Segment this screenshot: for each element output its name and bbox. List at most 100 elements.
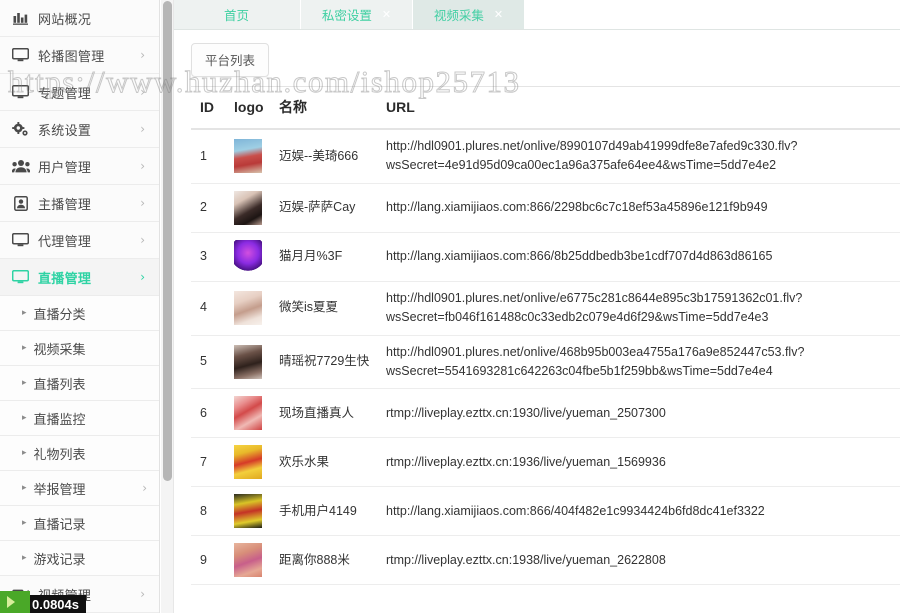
caret-right-icon: ▸ (22, 308, 27, 318)
url-line: http://hdl0901.plures.net/onlive/468b95b… (386, 343, 900, 362)
cell-id: 6 (191, 389, 225, 438)
platform-table: ID logo 名称 URL 1迈娱--美琦666http://hdl0901.… (191, 86, 900, 585)
url-line: http://lang.xiamijiaos.com:866/404f482e1… (386, 502, 900, 521)
cell-url: http://hdl0901.plures.net/onlive/8990107… (377, 129, 900, 183)
caret-right-icon: ▸ (22, 343, 27, 353)
table-row[interactable]: 6 现场直播真人 rtmp://liveplay.ezttx.cn:1930/liv… (191, 389, 900, 438)
caret-right-icon: ▸ (22, 483, 27, 493)
tab-bar-filler (525, 0, 900, 29)
table-head: ID logo 名称 URL (191, 87, 900, 130)
tab-bar: 首页 私密设置 ✕ 视频采集 ✕ (173, 0, 900, 30)
sidebar-subitem-label: 游戏记录 (34, 549, 147, 568)
sidebar-subitem-8[interactable]: ▸ 直播分类 (0, 296, 159, 331)
table-header-row: ID logo 名称 URL (191, 87, 900, 130)
table-row[interactable]: 5晴瑶祝7729生快http://hdl0901.plures.net/onli… (191, 335, 900, 389)
admin-page: 网站概况轮播图管理›专题管理›系统设置›用户管理›主播管理›代理管理›直播管理›… (0, 0, 900, 613)
tab-label: 私密设置 (322, 5, 372, 24)
sidebar-scrollbar[interactable] (161, 0, 174, 613)
table-row[interactable]: 7欢乐水果rtmp://liveplay.ezttx.cn:1936/live/… (191, 438, 900, 487)
monitor-icon (11, 47, 30, 63)
sidebar-item-label: 专题管理 (38, 83, 140, 102)
tab-close-icon[interactable]: ✕ (382, 9, 391, 20)
url-line: rtmp://liveplay.ezttx.cn:1930/live/yuema… (386, 404, 900, 423)
tab-1[interactable]: 私密设置 ✕ (301, 0, 413, 29)
tab-close-icon[interactable]: ✕ (494, 9, 503, 20)
sidebar-subitem-12[interactable]: ▸ 礼物列表 (0, 436, 159, 471)
cell-id: 1 (191, 129, 225, 183)
chevron-right-icon: › (140, 271, 147, 283)
col-header-id: ID (191, 87, 225, 130)
sidebar-subitem-label: 直播列表 (34, 374, 147, 393)
sidebar-item-7[interactable]: 直播管理› (0, 259, 159, 296)
caret-right-icon: ▸ (22, 448, 27, 458)
caret-right-icon: ▸ (22, 413, 27, 423)
platform-list-button[interactable]: 平台列表 (191, 43, 269, 77)
table-row[interactable]: 8手机用户4149http://lang.xiamijiaos.com:866/… (191, 487, 900, 536)
cell-logo (225, 129, 270, 183)
tab-label: 首页 (224, 5, 249, 24)
chevron-right-icon: › (140, 160, 147, 172)
col-header-logo: logo (225, 87, 270, 130)
cell-url: http://lang.xiamijiaos.com:866/2298bc6c7… (377, 183, 900, 232)
cell-logo (225, 232, 270, 281)
cell-logo (225, 281, 270, 335)
sidebar-subitem-14[interactable]: ▸直播记录 (0, 506, 159, 541)
sidebar-item-1[interactable]: 轮播图管理› (0, 37, 159, 74)
cell-id: 2 (191, 183, 225, 232)
table-row[interactable]: 1迈娱--美琦666http://hdl0901.plures.net/onli… (191, 129, 900, 183)
load-time-leaf-icon (0, 591, 30, 613)
sidebar-scrollbar-thumb[interactable] (163, 1, 172, 481)
table-row[interactable]: 4微笑is夏夏http://hdl0901.plures.net/onlive/… (191, 281, 900, 335)
table-body: 1迈娱--美琦666http://hdl0901.plures.net/onli… (191, 129, 900, 585)
cell-id: 4 (191, 281, 225, 335)
sidebar-subitem-9[interactable]: ▸视频采集 (0, 331, 159, 366)
caret-right-icon: ▸ (22, 378, 27, 388)
chart-bar-icon (11, 10, 30, 26)
url-line: rtmp://liveplay.ezttx.cn:1936/live/yuema… (386, 453, 900, 472)
sidebar-item-6[interactable]: 代理管理› (0, 222, 159, 259)
cell-url: rtmp://liveplay.ezttx.cn:1936/live/yuema… (377, 438, 900, 487)
platform-logo-thumbnail (234, 494, 262, 528)
col-header-name: 名称 (270, 87, 377, 130)
cell-url: http://hdl0901.plures.net/onlive/468b95b… (377, 335, 900, 389)
monitor-icon (11, 269, 30, 285)
cell-name: 距离你888米 (270, 536, 377, 585)
platform-logo-thumbnail (234, 139, 262, 173)
sidebar-subitem-label: 直播分类 (34, 304, 147, 323)
url-line: wsSecret=4e91d95d09ca00ec1a96a375afe64ee… (386, 156, 900, 175)
sidebar-item-label: 直播管理 (38, 268, 140, 287)
cell-name: 微笑is夏夏 (270, 281, 377, 335)
sidebar-item-5[interactable]: 主播管理› (0, 185, 159, 222)
sidebar-item-label: 网站概况 (38, 9, 147, 28)
url-line: http://hdl0901.plures.net/onlive/8990107… (386, 137, 900, 156)
url-line: http://lang.xiamijiaos.com:866/2298bc6c7… (386, 198, 900, 217)
caret-right-icon: ▸ (22, 518, 27, 528)
table-row[interactable]: 2迈娱-萨萨Cayhttp://lang.xiamijiaos.com:866/… (191, 183, 900, 232)
sidebar-subitem-label: 礼物列表 (34, 444, 147, 463)
tab-2[interactable]: 视频采集 ✕ (413, 0, 525, 29)
platform-logo-thumbnail (234, 191, 262, 225)
table-row[interactable]: 9距离你888米rtmp://liveplay.ezttx.cn:1938/li… (191, 536, 900, 585)
sidebar-item-3[interactable]: 系统设置› (0, 111, 159, 148)
sidebar-subitem-15[interactable]: ▸游戏记录 (0, 541, 159, 576)
chevron-right-icon: › (140, 234, 147, 246)
cell-name: 现场直播真人 (270, 389, 377, 438)
cell-name: 猫月月%3F (270, 232, 377, 281)
sidebar-item-2[interactable]: 专题管理› (0, 74, 159, 111)
tab-0[interactable]: 首页 (173, 0, 301, 29)
tab-label: 视频采集 (434, 5, 484, 24)
cell-url: rtmp://liveplay.ezttx.cn:1938/live/yuema… (377, 536, 900, 585)
sidebar-subitem-11[interactable]: ▸直播监控 (0, 401, 159, 436)
cell-logo (225, 536, 270, 585)
monitor-icon (11, 232, 30, 248)
chevron-right-icon: › (140, 49, 147, 61)
sidebar-subitem-13[interactable]: ▸举报管理› (0, 471, 159, 506)
sidebar-subitem-label: 举报管理 (34, 479, 143, 498)
sidebar-subitem-10[interactable]: ▸ 直播列表 (0, 366, 159, 401)
table-row[interactable]: 3猫月月%3Fhttp://lang.xiamijiaos.com:866/8b… (191, 232, 900, 281)
sidebar-item-0[interactable]: 网站概况 (0, 0, 159, 37)
sidebar-item-4[interactable]: 用户管理› (0, 148, 159, 185)
sidebar-item-label: 轮播图管理 (38, 46, 140, 65)
cell-url: http://lang.xiamijiaos.com:866/404f482e1… (377, 487, 900, 536)
cell-logo (225, 183, 270, 232)
